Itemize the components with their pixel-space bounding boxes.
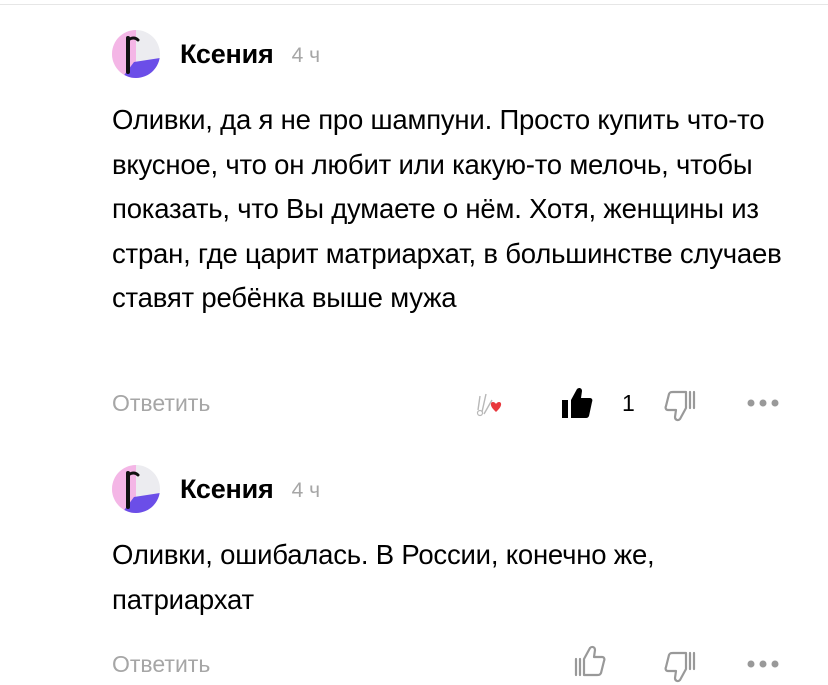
like-icon[interactable]	[572, 645, 606, 679]
dislike-icon[interactable]	[664, 388, 698, 422]
avatar[interactable]	[112, 465, 160, 513]
comment-author[interactable]: Ксения	[180, 474, 274, 505]
comment-header: Ксения 4 ч	[112, 465, 320, 513]
dislike-icon[interactable]	[664, 649, 698, 683]
top-divider	[0, 4, 828, 5]
comment-time: 4 ч	[291, 44, 321, 67]
reply-button[interactable]: Ответить	[112, 390, 210, 417]
comment-time: 4 ч	[291, 479, 321, 502]
like-icon[interactable]	[560, 386, 594, 420]
comment-text: Оливки, ошибалась. В России, конечно же,…	[112, 539, 655, 615]
avatar[interactable]	[112, 30, 160, 78]
comment-header: Ксения 4 ч	[112, 30, 320, 78]
comment-actions: Ответить 1	[0, 384, 828, 424]
reaction-heart-icon[interactable]	[472, 388, 506, 420]
reply-button[interactable]: Ответить	[112, 651, 210, 678]
comment-author[interactable]: Ксения	[180, 39, 274, 70]
like-count: 1	[622, 390, 635, 416]
more-icon[interactable]	[746, 398, 780, 408]
comment-text: Оливки, да я не про шампуни. Просто купи…	[112, 104, 782, 313]
comment-actions: Ответить	[0, 645, 828, 685]
more-icon[interactable]	[746, 659, 780, 669]
